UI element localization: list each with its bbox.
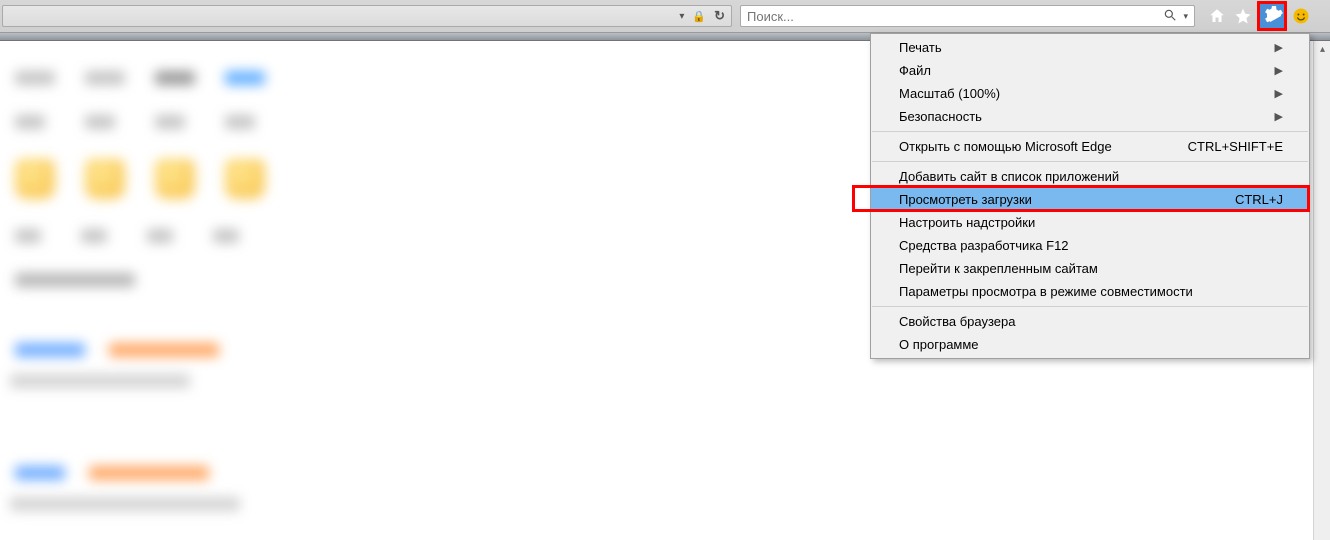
chevron-right-icon: ▶: [1275, 110, 1283, 123]
menu-item-shortcut: CTRL+J: [1235, 192, 1283, 207]
tools-menu: Печать▶Файл▶Масштаб (100%)▶Безопасность▶…: [870, 33, 1310, 359]
menu-item[interactable]: Просмотреть загрузкиCTRL+J: [871, 188, 1309, 211]
menu-item[interactable]: Файл▶: [871, 59, 1309, 82]
menu-item[interactable]: О программе: [871, 333, 1309, 356]
menu-item-label: Открыть с помощью Microsoft Edge: [899, 139, 1188, 154]
menu-item[interactable]: Параметры просмотра в режиме совместимос…: [871, 280, 1309, 303]
tools-gear-button[interactable]: [1257, 1, 1287, 31]
menu-separator: [872, 306, 1308, 307]
menu-item[interactable]: Свойства браузера: [871, 310, 1309, 333]
menu-item-label: Добавить сайт в список приложений: [899, 169, 1283, 184]
menu-item-label: О программе: [899, 337, 1283, 352]
menu-item-label: Параметры просмотра в режиме совместимос…: [899, 284, 1283, 299]
home-icon[interactable]: [1205, 4, 1229, 28]
menu-item[interactable]: Средства разработчика F12: [871, 234, 1309, 257]
menu-item-label: Печать: [899, 40, 1275, 55]
lock-icon[interactable]: [692, 10, 706, 23]
search-icon[interactable]: [1159, 8, 1181, 25]
search-input[interactable]: [747, 9, 1159, 24]
scrollbar-up-arrow-icon[interactable]: ▴: [1314, 41, 1330, 58]
menu-item-label: Перейти к закрепленным сайтам: [899, 261, 1283, 276]
menu-separator: [872, 161, 1308, 162]
menu-item-label: Средства разработчика F12: [899, 238, 1283, 253]
menu-item[interactable]: Открыть с помощью Microsoft EdgeCTRL+SHI…: [871, 135, 1309, 158]
menu-item[interactable]: Добавить сайт в список приложений: [871, 165, 1309, 188]
address-dropdown-icon[interactable]: [679, 11, 684, 22]
menu-separator: [872, 131, 1308, 132]
menu-item[interactable]: Настроить надстройки: [871, 211, 1309, 234]
menu-item[interactable]: Перейти к закрепленным сайтам: [871, 257, 1309, 280]
menu-item-label: Просмотреть загрузки: [899, 192, 1235, 207]
search-dropdown-icon[interactable]: ▾: [1181, 11, 1188, 22]
vertical-scrollbar[interactable]: ▴: [1313, 41, 1330, 540]
search-box[interactable]: ▾: [740, 5, 1195, 27]
address-bar[interactable]: [2, 5, 732, 27]
browser-toolbar: ▾: [0, 0, 1330, 33]
menu-item[interactable]: Масштаб (100%)▶: [871, 82, 1309, 105]
chevron-right-icon: ▶: [1275, 64, 1283, 77]
refresh-icon[interactable]: [714, 8, 725, 24]
menu-item[interactable]: Безопасность▶: [871, 105, 1309, 128]
menu-item-label: Безопасность: [899, 109, 1275, 124]
chevron-right-icon: ▶: [1275, 87, 1283, 100]
menu-item-label: Файл: [899, 63, 1275, 78]
favorites-star-icon[interactable]: [1231, 4, 1255, 28]
menu-item-label: Настроить надстройки: [899, 215, 1283, 230]
menu-item-label: Масштаб (100%): [899, 86, 1275, 101]
chevron-right-icon: ▶: [1275, 41, 1283, 54]
feedback-smiley-icon[interactable]: [1289, 4, 1313, 28]
menu-item[interactable]: Печать▶: [871, 36, 1309, 59]
menu-item-label: Свойства браузера: [899, 314, 1283, 329]
gear-icon: [1260, 4, 1284, 28]
toolbar-right-icons: [1205, 1, 1313, 31]
menu-item-shortcut: CTRL+SHIFT+E: [1188, 139, 1283, 154]
